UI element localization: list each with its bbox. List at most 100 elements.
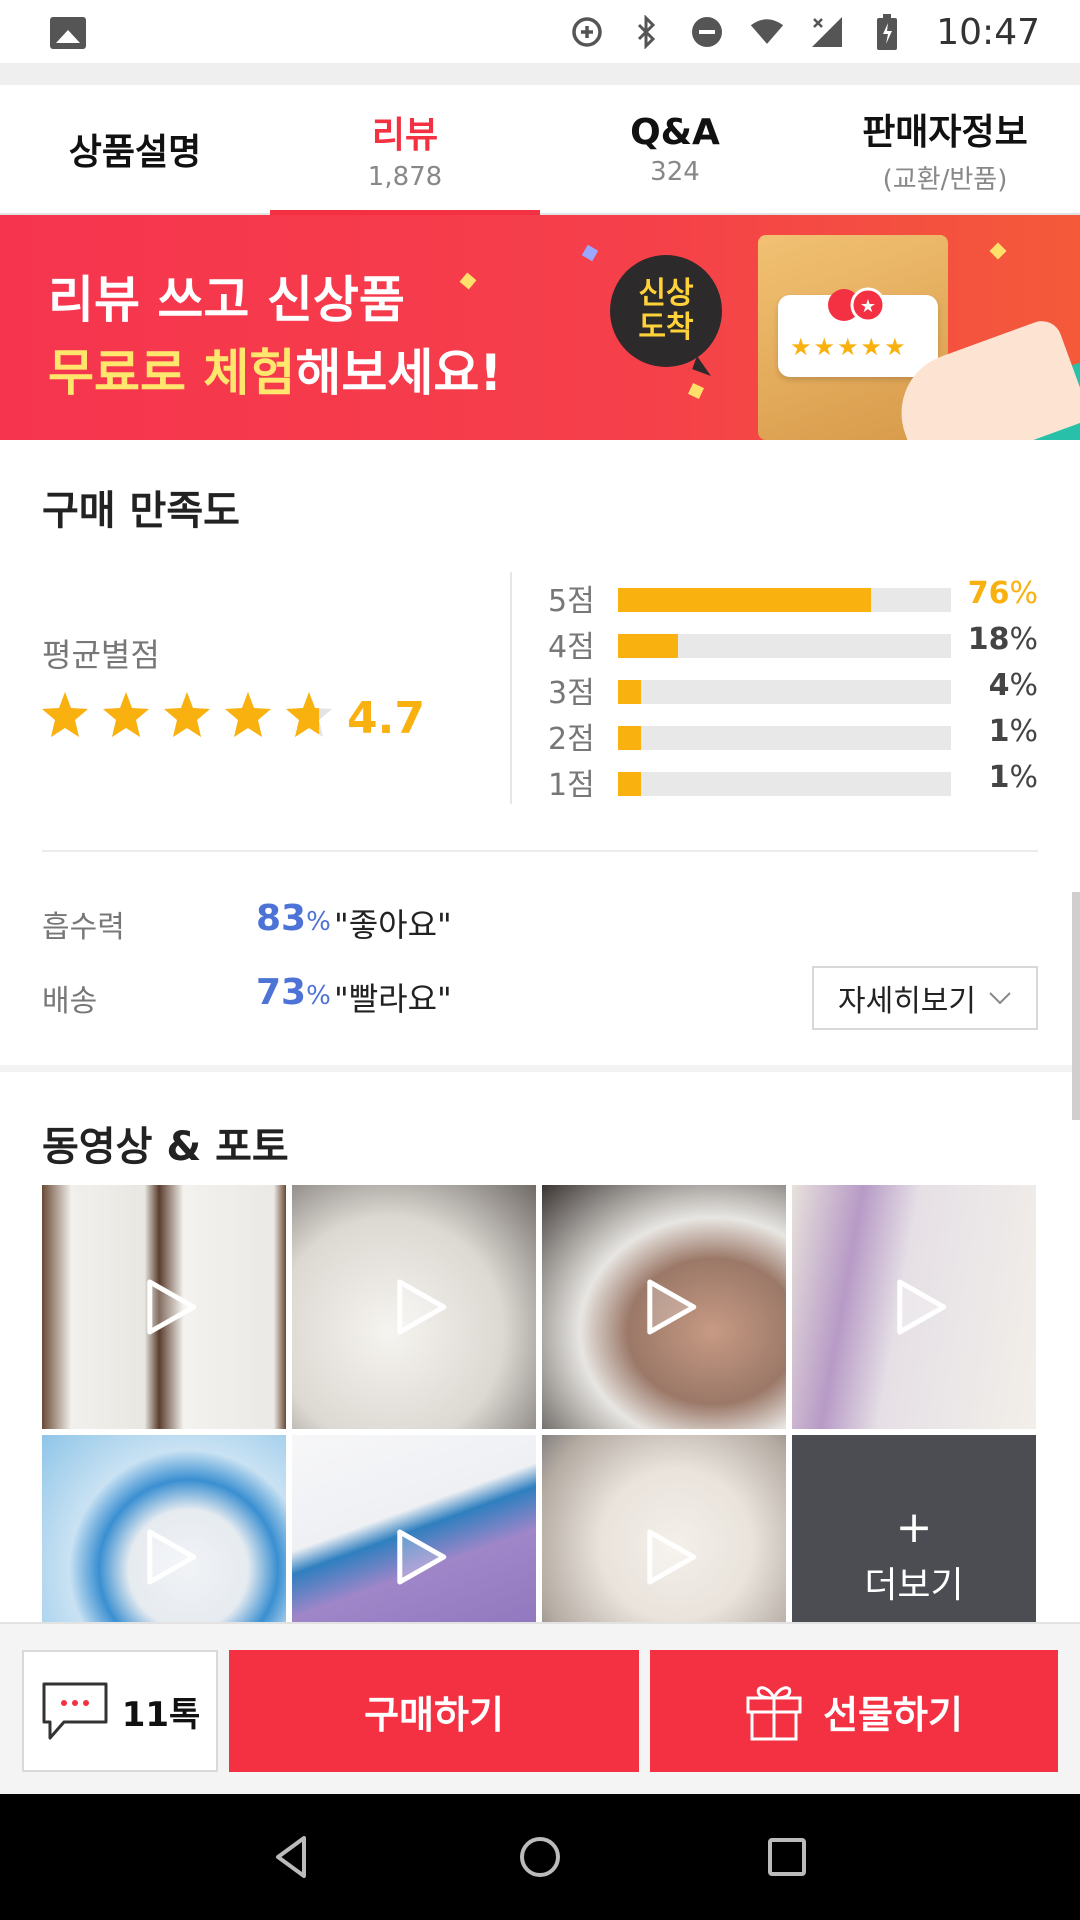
media-thumbnail[interactable] <box>292 1435 536 1622</box>
rating-distribution-row: 4점 18% <box>548 622 1038 665</box>
play-icon <box>397 1279 447 1335</box>
media-thumbnail[interactable] <box>42 1435 286 1622</box>
status-bar: 10:47 <box>0 0 1080 63</box>
tab-reviews[interactable]: 리뷰 1,878 <box>270 85 540 215</box>
more-label: 더보기 <box>864 1565 964 1606</box>
rating-bar-track <box>618 680 951 704</box>
percent-value: 18 <box>967 622 1010 657</box>
percent-sign: % <box>306 907 331 937</box>
video-photo-section: 동영상 & 포토 + 더보기 <box>0 1072 1080 1622</box>
rating-bar-track <box>618 726 951 750</box>
percent-sign: % <box>1009 622 1038 657</box>
rating-bar-fill <box>618 680 642 704</box>
chat-bubble-icon <box>42 1682 108 1740</box>
attribute-name: 배송 <box>42 984 98 1019</box>
attribute-name: 흡수력 <box>42 910 125 945</box>
chat-faces-icon: ★ <box>828 287 886 323</box>
star-icon <box>164 692 210 737</box>
percent-sign: % <box>1009 668 1038 703</box>
tab-qna[interactable]: Q&A 324 <box>540 85 810 213</box>
status-icons: 10:47 <box>570 12 1040 53</box>
tab-label: 상품설명 <box>68 132 202 173</box>
play-icon <box>647 1529 697 1585</box>
percent-value: 83 <box>256 898 307 939</box>
media-thumbnail[interactable] <box>542 1435 786 1622</box>
gift-icon <box>746 1686 802 1741</box>
average-rating-label: 평균별점 <box>42 636 160 674</box>
bubble-line1: 신상 <box>638 276 694 311</box>
back-icon[interactable] <box>268 1832 318 1882</box>
tab-seller-info[interactable]: 판매자정보 (교환/반품) <box>810 85 1080 213</box>
rating-distribution-row: 1점 1% <box>548 760 1038 803</box>
percent-sign: % <box>306 981 331 1011</box>
plus-icon: + <box>895 1502 933 1553</box>
purchase-satisfaction-section: 구매 만족도 평균별점 4.7 5점 76% 4점 18% 3점 4% 2점 1… <box>0 440 1080 1065</box>
average-rating-value: 4.7 <box>347 693 425 744</box>
gift-button[interactable]: 선물하기 <box>650 1650 1058 1772</box>
bluetooth-icon <box>630 15 664 49</box>
confetti <box>989 242 1007 260</box>
rating-label: 1점 <box>548 768 595 803</box>
media-thumbnail[interactable] <box>792 1185 1036 1429</box>
media-grid: + 더보기 <box>42 1185 1038 1622</box>
rating-percent: 76% <box>968 576 1038 611</box>
rating-label: 2점 <box>548 722 595 757</box>
star-icon <box>103 692 149 737</box>
confetti <box>688 383 704 399</box>
rating-percent: 4% <box>989 668 1038 703</box>
recents-icon[interactable] <box>762 1832 812 1882</box>
tab-product-description[interactable]: 상품설명 <box>0 85 270 213</box>
banner-highlight: 무료로 체험 <box>48 344 296 402</box>
percent-value: 4 <box>988 668 1010 703</box>
image-icon <box>50 17 86 49</box>
tab-sub-label: (교환/반품) <box>882 164 1008 195</box>
rating-percent: 1% <box>989 760 1038 795</box>
gift-label: 선물하기 <box>823 1692 963 1737</box>
average-rating-stars <box>40 690 334 740</box>
tab-count: 1,878 <box>367 162 443 192</box>
rating-distribution-row: 5점 76% <box>548 576 1038 619</box>
more-media-button[interactable]: + 더보기 <box>792 1435 1036 1622</box>
home-icon[interactable] <box>515 1832 565 1882</box>
bottom-action-bar: 11톡 구매하기 선물하기 <box>0 1622 1080 1794</box>
play-icon <box>147 1279 197 1335</box>
tab-count: 324 <box>650 156 700 187</box>
tab-label: Q&A <box>630 111 720 153</box>
battery-icon <box>870 14 904 50</box>
new-arrival-bubble: 신상 도착 <box>610 255 722 367</box>
buy-label: 구매하기 <box>364 1692 504 1737</box>
review-promo-banner[interactable]: 리뷰 쓰고 신상품 무료로 체험해보세요! 신상 도착 ★ ★★★★★ <box>0 215 1080 440</box>
tab-label: 판매자정보 <box>862 111 1028 153</box>
star-icon <box>286 692 332 737</box>
view-details-button[interactable]: 자세히보기 <box>812 966 1038 1030</box>
star-icon <box>225 692 271 737</box>
section-title: 동영상 & 포토 <box>42 1124 289 1170</box>
percent-value: 1 <box>988 714 1010 749</box>
chevron-down-icon <box>989 992 1011 1005</box>
percent-value: 73 <box>256 972 307 1013</box>
rating-bar-track <box>618 588 951 612</box>
divider <box>42 850 1038 852</box>
media-thumbnail[interactable] <box>542 1185 786 1429</box>
attribute-percent: 83% <box>256 898 331 939</box>
data-saver-icon <box>570 15 604 49</box>
percent-value: 76 <box>967 576 1010 611</box>
rating-bar-fill <box>618 588 872 612</box>
rating-label: 5점 <box>548 584 595 619</box>
buy-button[interactable]: 구매하기 <box>229 1650 639 1772</box>
attribute-verdict: "빨라요" <box>334 980 452 1018</box>
talk-button[interactable]: 11톡 <box>22 1650 218 1772</box>
wifi-icon <box>750 15 784 49</box>
rating-percent: 1% <box>989 714 1038 749</box>
bubble-line2: 도착 <box>638 310 694 345</box>
five-stars-illustration: ★★★★★ <box>790 333 908 361</box>
rating-label: 3점 <box>548 676 595 711</box>
attribute-verdict: "좋아요" <box>334 906 452 944</box>
play-icon <box>147 1529 197 1585</box>
rating-label: 4점 <box>548 630 595 665</box>
tab-bar: 상품설명 리뷰 1,878 Q&A 324 판매자정보 (교환/반품) <box>0 85 1080 215</box>
media-thumbnail[interactable] <box>42 1185 286 1429</box>
scrollbar[interactable] <box>1072 892 1080 1120</box>
view-details-label: 자세히보기 <box>838 984 976 1019</box>
media-thumbnail[interactable] <box>292 1185 536 1429</box>
